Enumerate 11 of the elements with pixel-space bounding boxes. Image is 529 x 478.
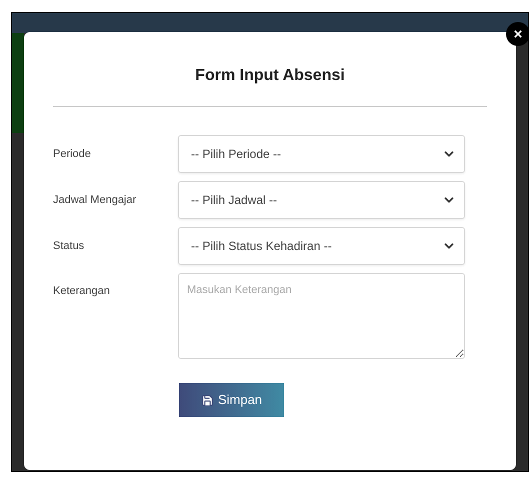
dialog-title: Form Input Absensi [195, 66, 345, 86]
select-field[interactable]: -- Pilih Periode -- [178, 135, 465, 173]
select-field[interactable]: -- Pilih Jadwal -- [178, 181, 465, 219]
field-label: Status [53, 238, 86, 254]
field-label: Jadwal Mengajar [53, 192, 138, 208]
textarea-field[interactable]: Masukan Keterangan [178, 273, 465, 359]
field-label: Periode [53, 146, 92, 162]
field-label: Keterangan [53, 284, 111, 299]
select-field[interactable]: -- Pilih Status Kehadiran -- [178, 227, 465, 265]
save-icon [200, 394, 214, 406]
save-button[interactable]: Simpan [179, 383, 284, 417]
